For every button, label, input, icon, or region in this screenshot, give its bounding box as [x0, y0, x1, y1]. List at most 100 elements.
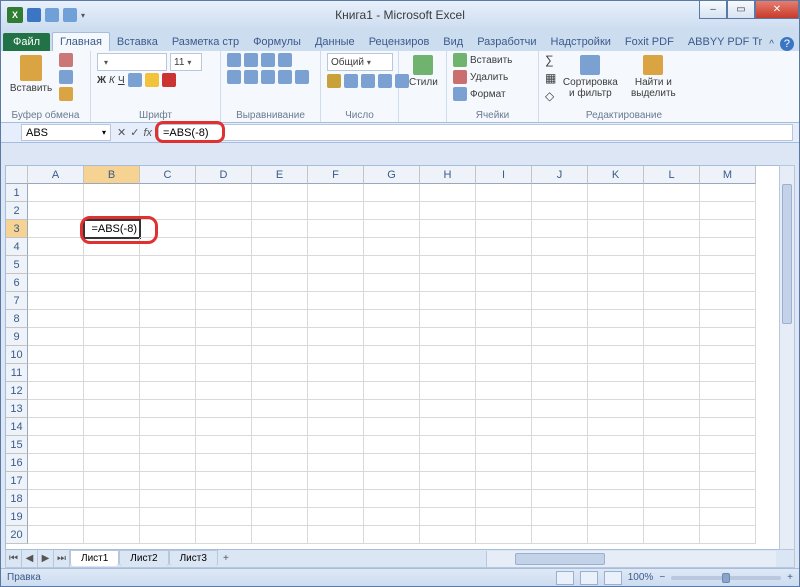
cell-C12[interactable] [140, 382, 196, 400]
cell-I5[interactable] [476, 256, 532, 274]
cell-K14[interactable] [588, 418, 644, 436]
cell-E19[interactable] [252, 508, 308, 526]
name-box[interactable]: ABS ▾ [21, 124, 111, 141]
cell-I19[interactable] [476, 508, 532, 526]
cell-F7[interactable] [308, 292, 364, 310]
comma-icon[interactable] [361, 74, 375, 88]
tab-view[interactable]: Вид [436, 33, 470, 51]
sheet-nav-first[interactable]: ⏮ [6, 550, 22, 567]
cell-G3[interactable] [364, 220, 420, 238]
cell-I6[interactable] [476, 274, 532, 292]
cell-A4[interactable] [28, 238, 84, 256]
zoom-in-button[interactable]: + [787, 572, 793, 583]
cell-L3[interactable] [644, 220, 700, 238]
cell-F18[interactable] [308, 490, 364, 508]
cell-A19[interactable] [28, 508, 84, 526]
name-box-dropdown-icon[interactable]: ▾ [102, 128, 106, 137]
cell-G11[interactable] [364, 364, 420, 382]
cell-J3[interactable] [532, 220, 588, 238]
cell-J17[interactable] [532, 472, 588, 490]
cell-J13[interactable] [532, 400, 588, 418]
cell-D19[interactable] [196, 508, 252, 526]
cell-A13[interactable] [28, 400, 84, 418]
cell-I16[interactable] [476, 454, 532, 472]
zoom-out-button[interactable]: − [659, 572, 665, 583]
view-normal-button[interactable] [556, 571, 574, 585]
cell-J2[interactable] [532, 202, 588, 220]
indent-dec-icon[interactable] [278, 70, 292, 84]
cell-H11[interactable] [420, 364, 476, 382]
cell-G13[interactable] [364, 400, 420, 418]
cell-M10[interactable] [700, 346, 756, 364]
cell-J10[interactable] [532, 346, 588, 364]
sheet-tab-3[interactable]: Лист3 [169, 550, 218, 566]
col-header-L[interactable]: L [644, 166, 700, 184]
col-header-A[interactable]: A [28, 166, 84, 184]
cell-A8[interactable] [28, 310, 84, 328]
cell-G14[interactable] [364, 418, 420, 436]
cell-L8[interactable] [644, 310, 700, 328]
cell-G16[interactable] [364, 454, 420, 472]
cell-M19[interactable] [700, 508, 756, 526]
cell-M4[interactable] [700, 238, 756, 256]
cell-D12[interactable] [196, 382, 252, 400]
cell-L15[interactable] [644, 436, 700, 454]
align-left-icon[interactable] [227, 70, 241, 84]
cell-M2[interactable] [700, 202, 756, 220]
cell-C14[interactable] [140, 418, 196, 436]
cell-M16[interactable] [700, 454, 756, 472]
cell-F8[interactable] [308, 310, 364, 328]
number-format-combo[interactable]: Общий▾ [327, 53, 393, 71]
cell-M12[interactable] [700, 382, 756, 400]
vertical-scrollbar[interactable] [779, 165, 795, 550]
cell-I14[interactable] [476, 418, 532, 436]
row-header-3[interactable]: 3 [6, 220, 28, 238]
cells-insert-button[interactable]: Вставить [453, 53, 512, 67]
cell-A10[interactable] [28, 346, 84, 364]
format-painter-icon[interactable] [59, 87, 73, 101]
cell-G8[interactable] [364, 310, 420, 328]
minimize-button[interactable]: – [699, 1, 727, 19]
cell-H13[interactable] [420, 400, 476, 418]
cell-I8[interactable] [476, 310, 532, 328]
cell-E12[interactable] [252, 382, 308, 400]
cell-H20[interactable] [420, 526, 476, 544]
cell-D14[interactable] [196, 418, 252, 436]
cells-delete-button[interactable]: Удалить [453, 70, 508, 84]
cell-F12[interactable] [308, 382, 364, 400]
cell-E17[interactable] [252, 472, 308, 490]
col-header-D[interactable]: D [196, 166, 252, 184]
row-header-18[interactable]: 18 [6, 490, 28, 508]
row-header-13[interactable]: 13 [6, 400, 28, 418]
row-header-19[interactable]: 19 [6, 508, 28, 526]
cell-G18[interactable] [364, 490, 420, 508]
ribbon-min-icon[interactable]: ^ [769, 39, 774, 50]
indent-inc-icon[interactable] [295, 70, 309, 84]
cell-A17[interactable] [28, 472, 84, 490]
cell-G4[interactable] [364, 238, 420, 256]
cell-F11[interactable] [308, 364, 364, 382]
cell-C1[interactable] [140, 184, 196, 202]
col-header-I[interactable]: I [476, 166, 532, 184]
cell-H12[interactable] [420, 382, 476, 400]
cell-K10[interactable] [588, 346, 644, 364]
cell-B20[interactable] [84, 526, 140, 544]
cell-K6[interactable] [588, 274, 644, 292]
cell-M15[interactable] [700, 436, 756, 454]
cell-G15[interactable] [364, 436, 420, 454]
cell-I9[interactable] [476, 328, 532, 346]
cell-E15[interactable] [252, 436, 308, 454]
col-header-K[interactable]: K [588, 166, 644, 184]
cell-G1[interactable] [364, 184, 420, 202]
cell-D6[interactable] [196, 274, 252, 292]
row-header-7[interactable]: 7 [6, 292, 28, 310]
cell-I17[interactable] [476, 472, 532, 490]
cell-E1[interactable] [252, 184, 308, 202]
tab-formulas[interactable]: Формулы [246, 33, 308, 51]
tab-abbyy-pdf[interactable]: ABBYY PDF Tr [681, 33, 769, 51]
tab-developer[interactable]: Разработчи [470, 33, 543, 51]
cell-E18[interactable] [252, 490, 308, 508]
cell-F16[interactable] [308, 454, 364, 472]
cell-B2[interactable] [84, 202, 140, 220]
cell-F19[interactable] [308, 508, 364, 526]
